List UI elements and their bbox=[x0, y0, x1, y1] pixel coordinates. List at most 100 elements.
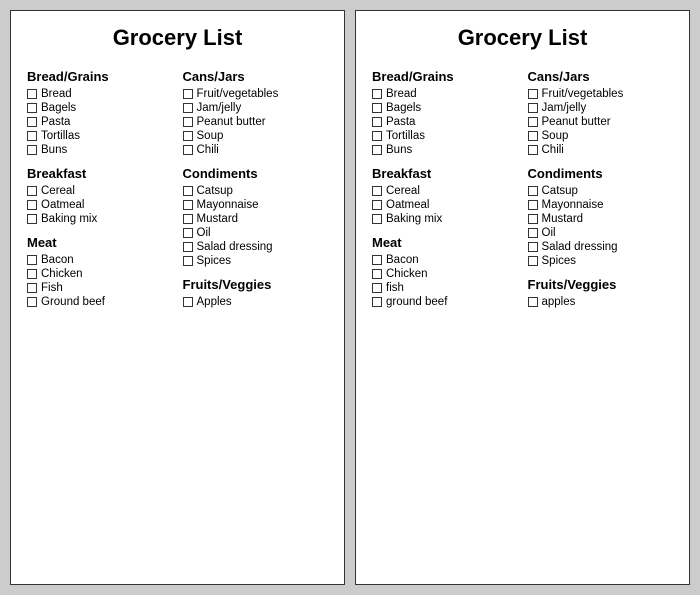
list-item[interactable]: Pasta bbox=[372, 116, 518, 128]
list-item[interactable]: Oil bbox=[183, 227, 329, 239]
section-heading: Fruits/Veggies bbox=[528, 277, 674, 292]
list-item[interactable]: Oil bbox=[528, 227, 674, 239]
checkbox-icon[interactable] bbox=[27, 186, 37, 196]
checkbox-icon[interactable] bbox=[372, 255, 382, 265]
list-item[interactable]: Jam/jelly bbox=[528, 102, 674, 114]
checkbox-icon[interactable] bbox=[27, 200, 37, 210]
checkbox-icon[interactable] bbox=[27, 89, 37, 99]
list-item[interactable]: Salad dressing bbox=[528, 241, 674, 253]
list-item[interactable]: Mustard bbox=[528, 213, 674, 225]
list-item[interactable]: Bagels bbox=[27, 102, 173, 114]
checkbox-icon[interactable] bbox=[183, 131, 193, 141]
list-item[interactable]: Salad dressing bbox=[183, 241, 329, 253]
list-item[interactable]: Mayonnaise bbox=[528, 199, 674, 211]
checkbox-icon[interactable] bbox=[528, 145, 538, 155]
list-item[interactable]: Spices bbox=[183, 255, 329, 267]
list-item[interactable]: Chili bbox=[528, 144, 674, 156]
checkbox-icon[interactable] bbox=[372, 283, 382, 293]
checkbox-icon[interactable] bbox=[372, 297, 382, 307]
checkbox-icon[interactable] bbox=[183, 256, 193, 266]
list-item[interactable]: Bread bbox=[372, 88, 518, 100]
list-item[interactable]: Tortillas bbox=[372, 130, 518, 142]
list-item[interactable]: Peanut butter bbox=[183, 116, 329, 128]
checkbox-icon[interactable] bbox=[183, 145, 193, 155]
list-item[interactable]: Chili bbox=[183, 144, 329, 156]
checkbox-icon[interactable] bbox=[372, 103, 382, 113]
list-item[interactable]: Catsup bbox=[528, 185, 674, 197]
checkbox-icon[interactable] bbox=[27, 297, 37, 307]
list-item[interactable]: Ground beef bbox=[27, 296, 173, 308]
list-item[interactable]: Fish bbox=[27, 282, 173, 294]
list-item[interactable]: Soup bbox=[528, 130, 674, 142]
checkbox-icon[interactable] bbox=[372, 269, 382, 279]
list-item[interactable]: Apples bbox=[183, 296, 329, 308]
list-item[interactable]: Pasta bbox=[27, 116, 173, 128]
checkbox-icon[interactable] bbox=[183, 186, 193, 196]
checkbox-icon[interactable] bbox=[372, 117, 382, 127]
checkbox-icon[interactable] bbox=[183, 214, 193, 224]
checkbox-icon[interactable] bbox=[27, 145, 37, 155]
item-label: Oatmeal bbox=[41, 199, 84, 211]
list-item[interactable]: Oatmeal bbox=[372, 199, 518, 211]
list-item[interactable]: Tortillas bbox=[27, 130, 173, 142]
list-item[interactable]: Mayonnaise bbox=[183, 199, 329, 211]
checkbox-icon[interactable] bbox=[528, 200, 538, 210]
list-item[interactable]: Peanut butter bbox=[528, 116, 674, 128]
checkbox-icon[interactable] bbox=[27, 255, 37, 265]
list-item[interactable]: Buns bbox=[27, 144, 173, 156]
checkbox-icon[interactable] bbox=[183, 297, 193, 307]
checkbox-icon[interactable] bbox=[372, 200, 382, 210]
checkbox-icon[interactable] bbox=[27, 269, 37, 279]
checkbox-icon[interactable] bbox=[528, 117, 538, 127]
checkbox-icon[interactable] bbox=[27, 117, 37, 127]
checkbox-icon[interactable] bbox=[27, 103, 37, 113]
list-item[interactable]: Bagels bbox=[372, 102, 518, 114]
checkbox-icon[interactable] bbox=[528, 103, 538, 113]
section-heading: Fruits/Veggies bbox=[183, 277, 329, 292]
checkbox-icon[interactable] bbox=[528, 228, 538, 238]
checkbox-icon[interactable] bbox=[372, 145, 382, 155]
checkbox-icon[interactable] bbox=[183, 242, 193, 252]
checkbox-icon[interactable] bbox=[183, 228, 193, 238]
list-item[interactable]: ground beef bbox=[372, 296, 518, 308]
list-item[interactable]: Chicken bbox=[372, 268, 518, 280]
checkbox-icon[interactable] bbox=[528, 256, 538, 266]
list-item[interactable]: Catsup bbox=[183, 185, 329, 197]
list-item[interactable]: fish bbox=[372, 282, 518, 294]
checkbox-icon[interactable] bbox=[183, 103, 193, 113]
list-item[interactable]: Buns bbox=[372, 144, 518, 156]
list-item[interactable]: Fruit/vegetables bbox=[183, 88, 329, 100]
list-item[interactable]: Baking mix bbox=[372, 213, 518, 225]
list-item[interactable]: Fruit/vegetables bbox=[528, 88, 674, 100]
list-item[interactable]: Bacon bbox=[27, 254, 173, 266]
checkbox-icon[interactable] bbox=[528, 297, 538, 307]
checkbox-icon[interactable] bbox=[528, 242, 538, 252]
list-item[interactable]: Mustard bbox=[183, 213, 329, 225]
list-item[interactable]: Bacon bbox=[372, 254, 518, 266]
item-label: Spices bbox=[542, 255, 577, 267]
checkbox-icon[interactable] bbox=[372, 131, 382, 141]
list-item[interactable]: Chicken bbox=[27, 268, 173, 280]
checkbox-icon[interactable] bbox=[183, 89, 193, 99]
checkbox-icon[interactable] bbox=[27, 131, 37, 141]
checkbox-icon[interactable] bbox=[528, 186, 538, 196]
list-item[interactable]: Soup bbox=[183, 130, 329, 142]
list-item[interactable]: Oatmeal bbox=[27, 199, 173, 211]
list-item[interactable]: Spices bbox=[528, 255, 674, 267]
checkbox-icon[interactable] bbox=[27, 283, 37, 293]
checkbox-icon[interactable] bbox=[183, 117, 193, 127]
list-item[interactable]: Jam/jelly bbox=[183, 102, 329, 114]
checkbox-icon[interactable] bbox=[183, 200, 193, 210]
checkbox-icon[interactable] bbox=[372, 89, 382, 99]
list-item[interactable]: Bread bbox=[27, 88, 173, 100]
checkbox-icon[interactable] bbox=[528, 214, 538, 224]
checkbox-icon[interactable] bbox=[372, 214, 382, 224]
list-item[interactable]: apples bbox=[528, 296, 674, 308]
checkbox-icon[interactable] bbox=[27, 214, 37, 224]
checkbox-icon[interactable] bbox=[372, 186, 382, 196]
list-item[interactable]: Cereal bbox=[27, 185, 173, 197]
list-item[interactable]: Cereal bbox=[372, 185, 518, 197]
checkbox-icon[interactable] bbox=[528, 131, 538, 141]
list-item[interactable]: Baking mix bbox=[27, 213, 173, 225]
checkbox-icon[interactable] bbox=[528, 89, 538, 99]
